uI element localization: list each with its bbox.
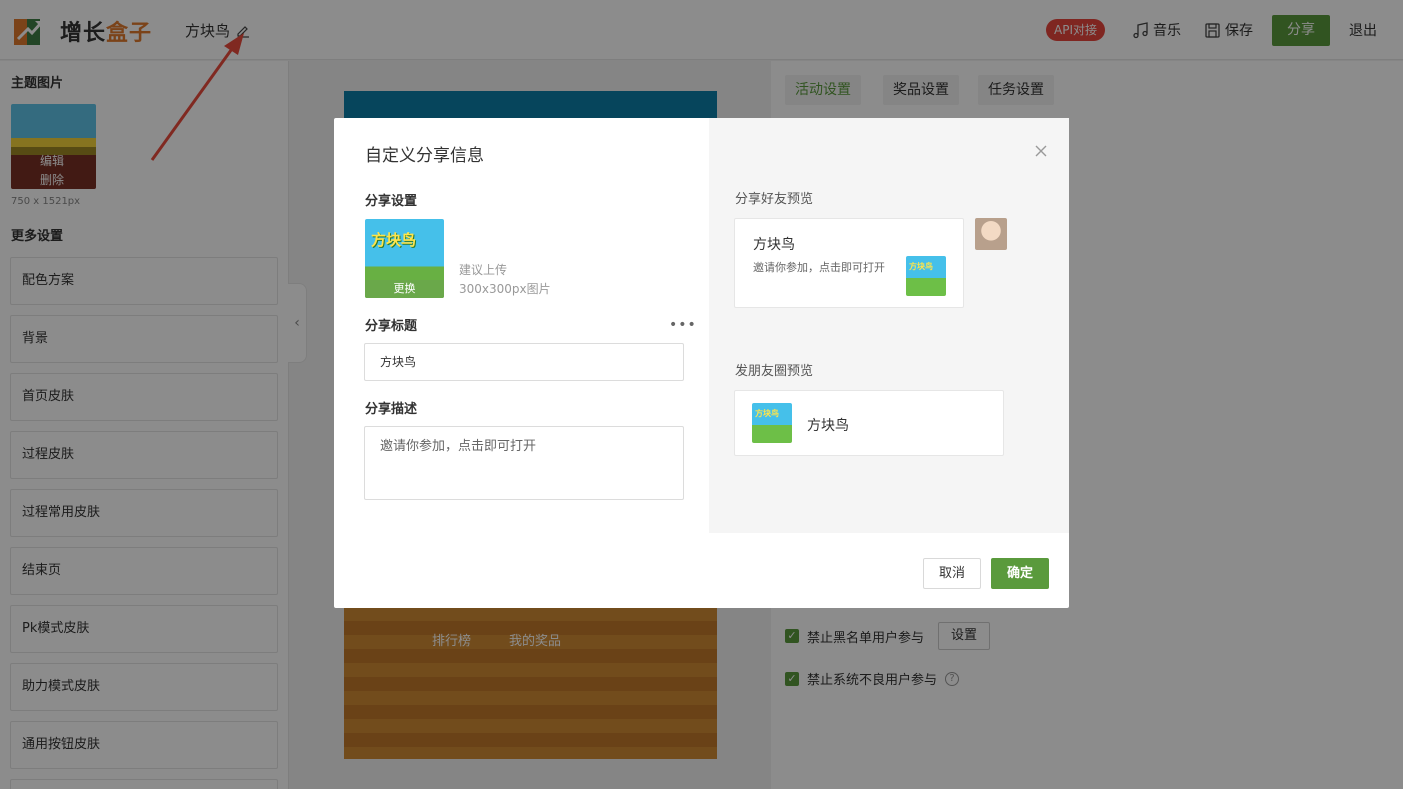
moments-card-thumbnail-text: 方块鸟 bbox=[755, 409, 779, 418]
share-preview-panel: 分享好友预览 方块鸟 邀请你参加，点击即可打开 方块鸟 发朋友圈预览 方块鸟 方… bbox=[709, 118, 1069, 533]
dialog-title: 自定义分享信息 bbox=[365, 146, 484, 166]
moments-card-title: 方块鸟 bbox=[807, 418, 849, 434]
friend-card-thumbnail-text: 方块鸟 bbox=[909, 262, 933, 271]
confirm-button[interactable]: 确定 bbox=[991, 558, 1049, 589]
cancel-button[interactable]: 取消 bbox=[923, 558, 981, 589]
friend-card-desc: 邀请你参加，点击即可打开 bbox=[753, 261, 885, 274]
replace-image-button[interactable]: 更换 bbox=[365, 280, 444, 298]
share-title-input[interactable]: 方块鸟 bbox=[364, 343, 684, 381]
avatar bbox=[975, 218, 1007, 250]
friend-card-title: 方块鸟 bbox=[753, 237, 795, 253]
moments-share-card: 方块鸟 方块鸟 bbox=[734, 390, 1004, 456]
more-options-icon[interactable]: ••• bbox=[669, 317, 697, 333]
upload-size-hint: 建议上传300x300px图片 bbox=[459, 263, 551, 296]
friend-share-card: 方块鸟 邀请你参加，点击即可打开 方块鸟 bbox=[734, 218, 964, 308]
friend-card-thumbnail: 方块鸟 bbox=[906, 256, 946, 296]
share-image-caption: 方块鸟 bbox=[371, 231, 417, 249]
share-form-panel: 自定义分享信息 分享设置 方块鸟 更换 建议上传300x300px图片 分享标题… bbox=[334, 118, 709, 533]
share-desc-textarea[interactable]: 邀请你参加，点击即可打开 bbox=[364, 426, 684, 500]
moments-card-thumbnail: 方块鸟 bbox=[752, 403, 792, 443]
moments-preview-label: 发朋友圈预览 bbox=[735, 364, 814, 379]
close-icon[interactable] bbox=[1033, 143, 1049, 159]
share-image[interactable]: 方块鸟 更换 bbox=[365, 219, 444, 298]
friend-preview-label: 分享好友预览 bbox=[735, 192, 814, 207]
share-settings-label: 分享设置 bbox=[365, 194, 418, 209]
share-desc-label: 分享描述 bbox=[365, 402, 418, 417]
share-title-label: 分享标题 bbox=[365, 319, 418, 334]
share-settings-dialog: 自定义分享信息 分享设置 方块鸟 更换 建议上传300x300px图片 分享标题… bbox=[334, 118, 1069, 608]
